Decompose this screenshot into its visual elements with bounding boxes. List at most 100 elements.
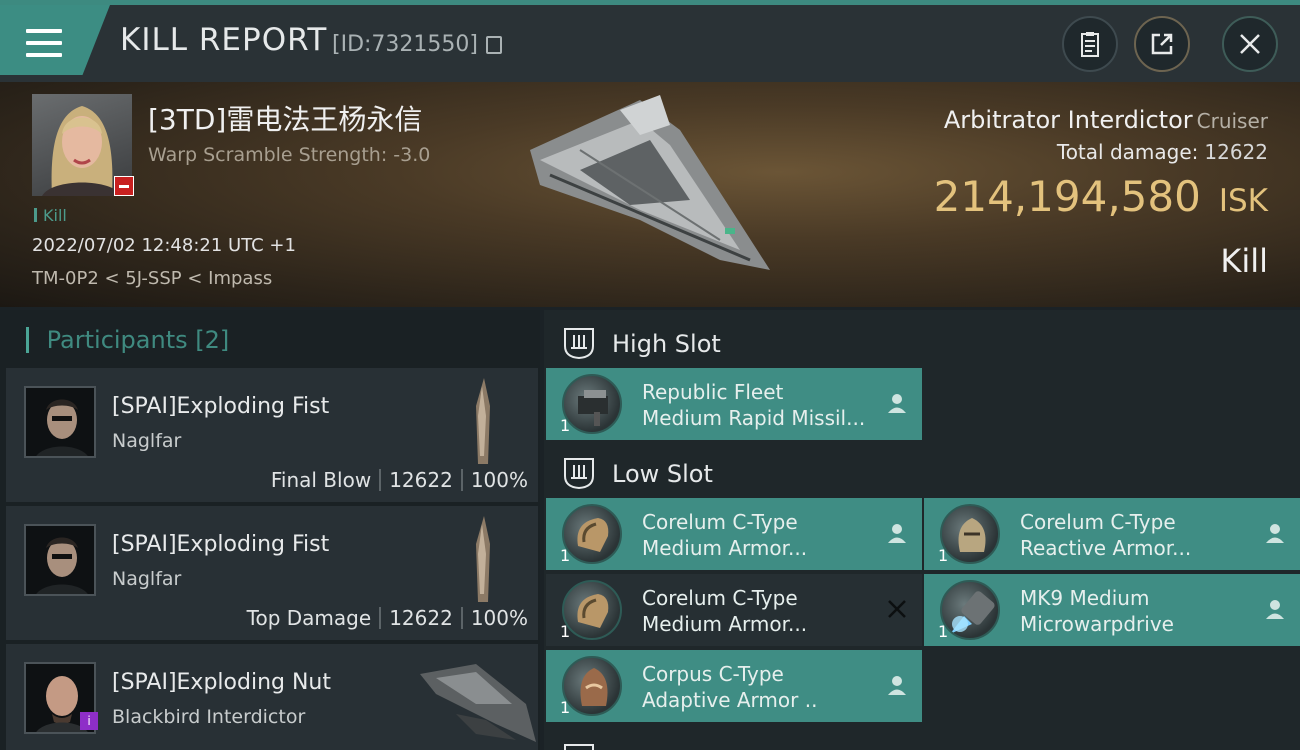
share-button[interactable] — [1134, 16, 1190, 72]
item-quantity: 1 — [560, 622, 571, 641]
destroyed-x-icon — [888, 600, 906, 618]
item-name-line2: Medium Armor... — [642, 612, 808, 636]
participants-label: Participants — [46, 326, 188, 354]
item-thumbnail — [562, 374, 622, 434]
clipboard-icon — [1081, 32, 1099, 57]
participant-avatar[interactable] — [24, 524, 96, 596]
fitting-item[interactable]: 1 Republic Fleet Medium Rapid Missil... — [546, 368, 922, 440]
participant-role: Final Blow — [270, 468, 372, 492]
fitting-item[interactable]: 1 Corelum C-Type Medium Armor... — [546, 498, 922, 570]
item-name-line1: Corelum C-Type — [642, 510, 798, 534]
low-slot-label: Low Slot — [612, 460, 713, 488]
item-name-line2: Reactive Armor... — [1020, 536, 1192, 560]
participant-name[interactable]: [SPAI]Exploding Nut — [112, 670, 331, 695]
menu-button[interactable] — [0, 5, 110, 75]
total-damage-label: Total damage: — [1056, 140, 1199, 164]
mid-slot-header — [544, 730, 1300, 750]
isk-value: 214,194,580 ISK — [934, 172, 1268, 221]
participant-name[interactable]: [SPAI]Exploding Fist — [112, 394, 329, 419]
kill-location[interactable]: TM-0P2 < 5J-SSP < Impass — [32, 268, 272, 289]
item-name-line1: Corelum C-Type — [642, 586, 798, 610]
copy-icon[interactable] — [486, 36, 502, 54]
clipboard-button[interactable] — [1062, 16, 1118, 72]
low-slot-header: Low Slot — [544, 444, 1300, 500]
participant-row[interactable]: [SPAI]Exploding Fist Naglfar Final Blow 1… — [6, 368, 538, 502]
participant-avatar[interactable] — [24, 386, 96, 458]
participants-header: Participants [2] — [26, 326, 230, 354]
participant-ship: Blackbird Interdictor — [112, 706, 306, 728]
share-icon — [1151, 33, 1173, 55]
kill-result: Kill — [1220, 242, 1268, 280]
fitting-item[interactable]: 1 Corpus C-Type Adaptive Armor .. — [546, 650, 922, 722]
participant-ship: Naglfar — [112, 568, 182, 590]
fitting-item[interactable]: 1 MK9 Medium Microwarpdrive — [924, 574, 1300, 646]
item-thumbnail — [562, 656, 622, 716]
participant-stats: Final Blow 12622 100% — [271, 468, 528, 492]
total-damage: Total damage: 12622 — [1057, 140, 1268, 164]
low-slot-icon — [564, 458, 594, 490]
fitting-panel: High Slot 1 Republic Fleet Medium Rapid … — [544, 310, 1300, 750]
victim-ship: Arbitrator Interdictor Cruiser — [944, 106, 1268, 134]
item-name-line2: Adaptive Armor .. — [642, 688, 818, 712]
page-title: KILL REPORT — [120, 22, 328, 58]
person-icon — [1266, 600, 1284, 619]
info-badge: i — [80, 712, 98, 730]
mid-slot-icon — [564, 744, 594, 750]
participant-stats: Top Damage 12622 100% — [247, 606, 528, 630]
menu-icon — [26, 29, 62, 59]
header-bar: KILL REPORT [ID:7321550] — [0, 0, 1300, 82]
kill-datetime: 2022/07/02 12:48:21 UTC +1 — [32, 235, 296, 256]
victim-name[interactable]: [3TD]雷电法王杨永信 — [148, 98, 422, 138]
close-icon — [1240, 34, 1260, 54]
person-icon — [1266, 524, 1284, 543]
item-thumbnail — [562, 580, 622, 640]
report-id: [ID:7321550] — [332, 32, 478, 57]
item-name-line1: Corpus C-Type — [642, 662, 784, 686]
hostile-badge — [114, 176, 134, 196]
close-button[interactable] — [1222, 16, 1278, 72]
participant-ship-image — [476, 516, 490, 602]
item-quantity: 1 — [938, 546, 949, 565]
item-name-line2: Medium Rapid Missil... — [642, 406, 866, 430]
person-icon — [888, 676, 906, 695]
item-quantity: 1 — [560, 698, 571, 717]
participants-panel: Participants [2] [SPAI]Exploding Fist Na… — [0, 310, 540, 750]
warp-scramble-strength: Warp Scramble Strength: -3.0 — [148, 144, 431, 166]
participant-damage: 12622 — [389, 606, 453, 630]
participant-percent: 100% — [470, 606, 528, 630]
participant-row[interactable]: i [SPAI]Exploding Nut Blackbird Interdic… — [6, 644, 538, 750]
item-thumbnail — [562, 504, 622, 564]
victim-ship-class: Cruiser — [1196, 109, 1268, 133]
participant-percent: 100% — [470, 468, 528, 492]
item-quantity: 1 — [938, 622, 949, 641]
participant-ship-image — [420, 664, 536, 742]
kill-tag: Kill — [34, 206, 67, 225]
participant-row[interactable]: [SPAI]Exploding Fist Naglfar Top Damage 1… — [6, 506, 538, 640]
isk-unit: ISK — [1218, 183, 1268, 219]
participant-role: Top Damage — [246, 606, 372, 630]
participant-damage: 12622 — [389, 468, 453, 492]
item-name-line2: Microwarpdrive — [1020, 612, 1174, 636]
item-thumbnail — [940, 504, 1000, 564]
victim-ship-image[interactable] — [520, 90, 780, 280]
fitting-item-destroyed[interactable]: 1 Corelum C-Type Medium Armor... — [546, 574, 922, 646]
participant-ship-image — [476, 378, 490, 464]
high-slot-header: High Slot — [544, 314, 1300, 370]
participant-name[interactable]: [SPAI]Exploding Fist — [112, 532, 329, 557]
header-accent-line — [0, 0, 1300, 5]
high-slot-label: High Slot — [612, 330, 721, 358]
participants-count: [2] — [195, 326, 230, 354]
item-name-line2: Medium Armor... — [642, 536, 808, 560]
participant-ship: Naglfar — [112, 430, 182, 452]
item-thumbnail — [940, 580, 1000, 640]
victim-ship-name[interactable]: Arbitrator Interdictor — [944, 106, 1193, 134]
total-damage-value: 12622 — [1204, 140, 1268, 164]
fitting-item[interactable]: 1 Corelum C-Type Reactive Armor... — [924, 498, 1300, 570]
person-icon — [888, 394, 906, 413]
person-icon — [888, 524, 906, 543]
item-quantity: 1 — [560, 416, 571, 435]
item-name-line1: Republic Fleet — [642, 380, 784, 404]
item-quantity: 1 — [560, 546, 571, 565]
item-name-line1: MK9 Medium — [1020, 586, 1150, 610]
item-name-line1: Corelum C-Type — [1020, 510, 1176, 534]
